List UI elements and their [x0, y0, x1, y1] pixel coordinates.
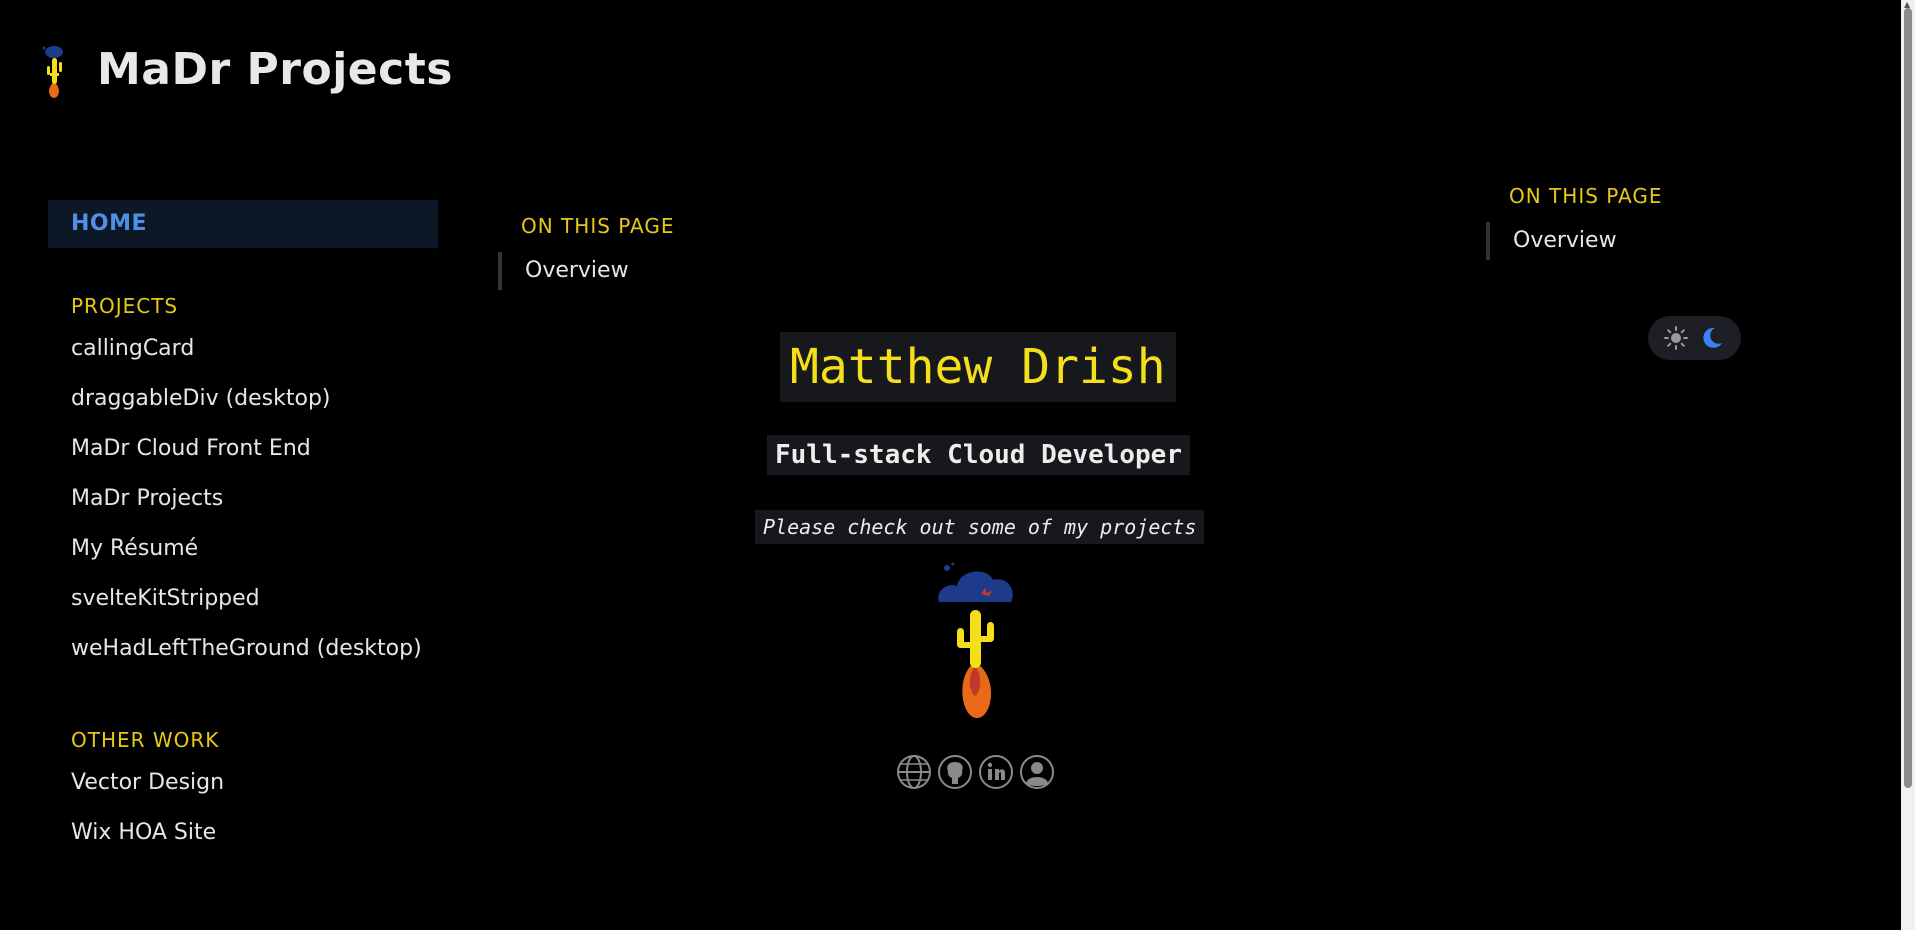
- toc-heading: ON THIS PAGE: [1509, 184, 1663, 208]
- theme-toggle[interactable]: [1648, 316, 1741, 360]
- toc-heading: ON THIS PAGE: [521, 214, 675, 238]
- sidebar-item-vector-design[interactable]: Vector Design: [48, 766, 438, 816]
- sidebar-item-draggablediv[interactable]: draggableDiv (desktop): [48, 382, 438, 432]
- toc-right: ON THIS PAGE Overview: [1486, 184, 1663, 260]
- toc-inline: ON THIS PAGE Overview: [498, 214, 675, 290]
- globe-icon[interactable]: [896, 754, 932, 790]
- profile-icon[interactable]: [1019, 754, 1055, 790]
- sidebar-item-home[interactable]: HOME: [48, 200, 438, 248]
- sidebar-item-wix-hoa-site[interactable]: Wix HOA Site: [48, 816, 438, 866]
- toc-link-overview[interactable]: Overview: [498, 252, 675, 290]
- social-links: [896, 754, 1055, 790]
- vertical-scrollbar[interactable]: ▲: [1901, 0, 1915, 930]
- sidebar-section-projects-heading: PROJECTS: [71, 294, 179, 318]
- sidebar-section-other-work-heading: OTHER WORK: [71, 728, 220, 752]
- toc-link-overview[interactable]: Overview: [1486, 222, 1663, 260]
- linkedin-icon[interactable]: [978, 754, 1014, 790]
- sidebar-item-madr-projects[interactable]: MaDr Projects: [48, 482, 438, 532]
- hero-role: Full-stack Cloud Developer: [767, 435, 1190, 475]
- sidebar-item-callingcard[interactable]: callingCard: [48, 332, 438, 382]
- hero-name: Matthew Drish: [780, 332, 1176, 402]
- rocket-cactus-mascot-icon: [938, 562, 1013, 718]
- sidebar-item-my-resume[interactable]: My Résumé: [48, 532, 438, 582]
- site-title[interactable]: MaDr Projects: [97, 44, 453, 95]
- rocket-cactus-logo-icon[interactable]: [40, 44, 74, 98]
- sun-icon[interactable]: [1664, 326, 1688, 350]
- hero-tagline: Please check out some of my projects: [755, 510, 1205, 544]
- github-icon[interactable]: [937, 754, 973, 790]
- sidebar-item-sveltekitstripped[interactable]: svelteKitStripped: [48, 582, 438, 632]
- sidebar-item-wehadlefttheground[interactable]: weHadLeftTheGround (desktop): [48, 632, 438, 682]
- moon-icon[interactable]: [1700, 326, 1724, 350]
- scrollbar-thumb[interactable]: [1904, 8, 1912, 788]
- sidebar-nav: HOME PROJECTS callingCard draggableDiv (…: [48, 200, 438, 866]
- sidebar-item-madr-cloud-front-end[interactable]: MaDr Cloud Front End: [48, 432, 438, 482]
